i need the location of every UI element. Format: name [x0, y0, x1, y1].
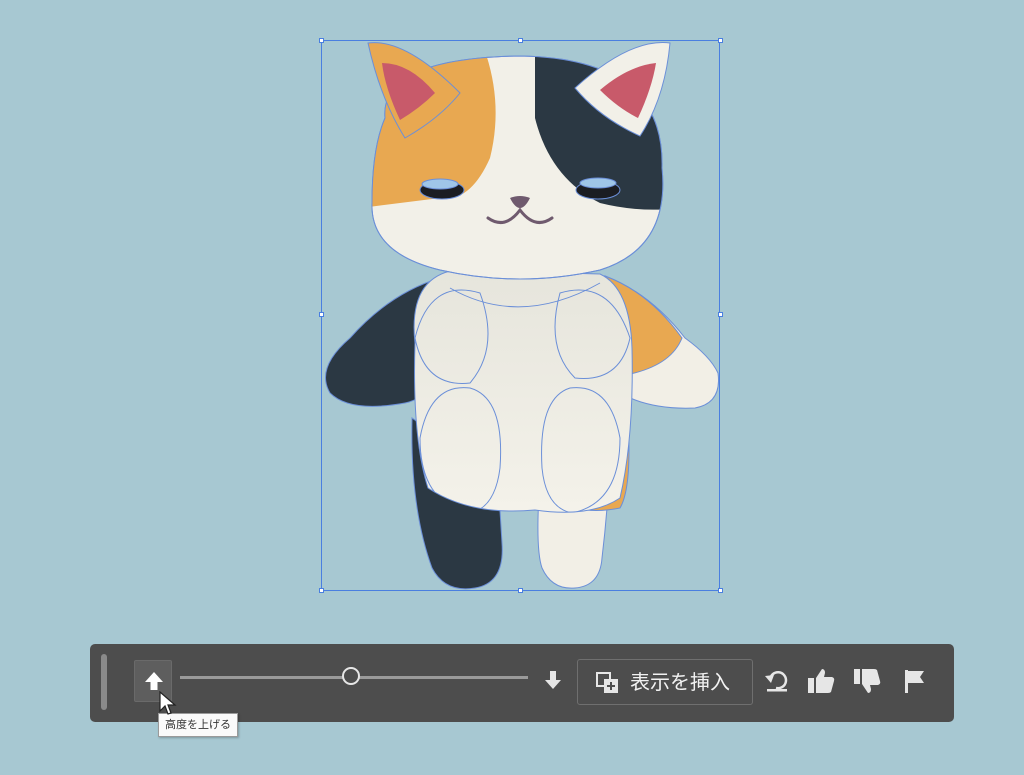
- arrow-up-icon: [145, 672, 163, 690]
- generative-toolbar: 表示を挿入: [90, 644, 954, 722]
- undo-icon[interactable]: [762, 666, 792, 696]
- lower-height-button[interactable]: [542, 668, 564, 692]
- flag-icon[interactable]: [900, 666, 930, 696]
- insert-view-label: 表示を挿入: [630, 670, 730, 694]
- resize-handle-top-right[interactable]: [718, 38, 723, 43]
- insert-view-icon: [596, 672, 618, 693]
- resize-handle-bottom-left[interactable]: [319, 588, 324, 593]
- toolbar-drag-handle[interactable]: [101, 654, 107, 710]
- illustration-artboard[interactable]: [320, 38, 722, 593]
- thumbs-down-icon[interactable]: [852, 666, 882, 696]
- resize-handle-bottom-center[interactable]: [518, 588, 523, 593]
- arrow-down-icon: [545, 671, 561, 689]
- height-slider-thumb[interactable]: [342, 667, 360, 685]
- resize-handle-middle-left[interactable]: [319, 312, 324, 317]
- resize-handle-bottom-right[interactable]: [718, 588, 723, 593]
- resize-handle-middle-right[interactable]: [718, 312, 723, 317]
- thumbs-up-icon[interactable]: [806, 666, 836, 696]
- insert-view-button[interactable]: 表示を挿入: [577, 659, 753, 705]
- resize-handle-top-left[interactable]: [319, 38, 324, 43]
- calico-cat-illustration[interactable]: [320, 38, 722, 593]
- resize-handle-top-center[interactable]: [518, 38, 523, 43]
- mouse-pointer-icon: [159, 691, 177, 715]
